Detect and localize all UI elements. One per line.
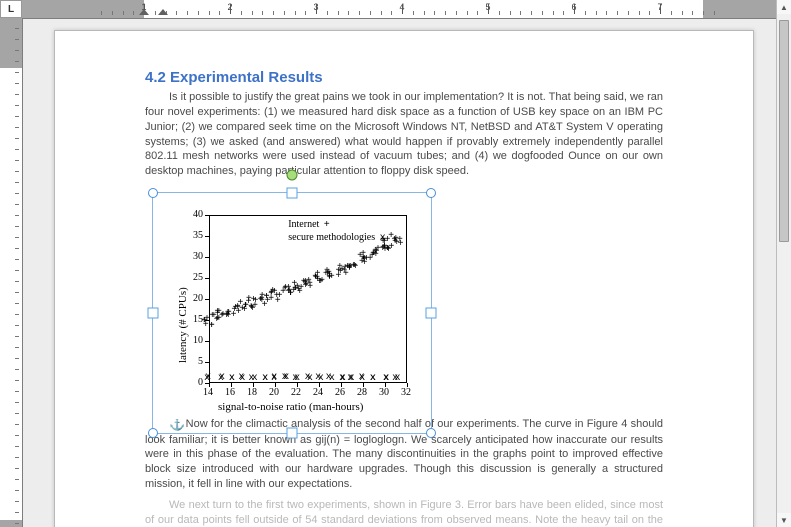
data-point: x — [318, 374, 324, 384]
data-point: x — [347, 374, 353, 384]
data-point: x — [339, 374, 345, 384]
data-point: x — [383, 374, 389, 384]
legend-series-1: secure methodologies — [288, 232, 375, 243]
x-tick-label: 26 — [335, 387, 345, 398]
chart-object[interactable]: Internet + secure methodologies x latenc… — [167, 203, 417, 419]
x-tick-label: 18 — [247, 387, 257, 398]
resize-handle-nw[interactable] — [148, 188, 158, 198]
selected-object-frame[interactable]: Internet + secure methodologies x latenc… — [152, 192, 432, 434]
x-axis-title: signal-to-noise ratio (man-hours) — [218, 401, 363, 413]
x-tick-label: 28 — [357, 387, 367, 398]
y-tick-label: 20 — [193, 293, 203, 304]
vertical-scrollbar[interactable]: ▲ ▼ — [776, 0, 791, 527]
horizontal-ruler[interactable]: 1234567 — [22, 0, 777, 19]
resize-handle-se[interactable] — [426, 428, 436, 438]
x-tick-label: 24 — [313, 387, 323, 398]
y-tick-label: 40 — [193, 209, 203, 220]
data-point: x — [204, 374, 210, 384]
body-paragraph: We next turn to the first two experiment… — [145, 498, 663, 527]
resize-handle-sw[interactable] — [148, 428, 158, 438]
data-point: x — [262, 374, 268, 384]
data-point: + — [393, 235, 399, 245]
data-point: x — [329, 374, 335, 384]
data-point: x — [218, 374, 224, 384]
y-tick-label: 10 — [193, 335, 203, 346]
x-tick-label: 30 — [379, 387, 389, 398]
rotation-handle[interactable] — [287, 170, 298, 181]
x-tick-label: 32 — [401, 387, 411, 398]
data-point: x — [359, 373, 365, 383]
y-tick-label: 5 — [198, 356, 203, 367]
data-point: + — [282, 284, 288, 294]
data-point: + — [373, 248, 379, 258]
data-point: + — [216, 308, 222, 318]
tab-alignment-selector[interactable]: L — [0, 0, 22, 18]
data-point: + — [246, 298, 252, 308]
resize-handle-e[interactable] — [426, 308, 437, 319]
resize-handle-ne[interactable] — [426, 188, 436, 198]
scroll-down-button[interactable]: ▼ — [777, 513, 791, 527]
data-point: + — [272, 288, 278, 298]
data-point: x — [395, 374, 401, 384]
scroll-thumb[interactable] — [779, 20, 789, 242]
data-point: x — [271, 374, 277, 384]
data-point: + — [204, 315, 210, 325]
x-tick-label: 22 — [291, 387, 301, 398]
data-point: + — [380, 238, 386, 248]
data-point: + — [225, 309, 231, 319]
resize-handle-w[interactable] — [148, 308, 159, 319]
data-point: x — [238, 373, 244, 383]
vertical-ruler[interactable] — [0, 18, 23, 527]
x-tick-label: 20 — [269, 387, 279, 398]
indent-marker[interactable] — [158, 9, 168, 15]
y-tick-label: 35 — [193, 230, 203, 241]
legend-marker-0: + — [322, 220, 332, 232]
body-paragraph: Is it possible to justify the great pain… — [145, 90, 663, 179]
data-point: + — [315, 270, 321, 280]
data-point: + — [326, 271, 332, 281]
scroll-up-button[interactable]: ▲ — [777, 0, 791, 14]
x-tick-label: 16 — [225, 387, 235, 398]
paragraph-text: Is it possible to justify the great pain… — [145, 91, 663, 177]
data-point: x — [370, 374, 376, 384]
y-tick-label: 25 — [193, 272, 203, 283]
y-axis-title: latency (# CPUs) — [177, 287, 189, 363]
legend-series-0: Internet — [288, 219, 319, 230]
resize-handle-s[interactable] — [287, 428, 298, 439]
data-point: x — [305, 373, 311, 383]
data-point: + — [294, 283, 300, 293]
data-point: x — [252, 374, 258, 384]
x-tick-label: 14 — [203, 387, 213, 398]
y-tick-label: 0 — [198, 377, 203, 388]
indent-marker[interactable] — [139, 9, 149, 15]
y-tick-label: 30 — [193, 251, 203, 262]
data-point: + — [352, 262, 358, 272]
data-point: x — [229, 374, 235, 384]
data-point: x — [282, 373, 288, 383]
section-heading: 4.2 Experimental Results — [145, 69, 663, 86]
data-point: x — [292, 374, 298, 384]
paragraph-text: We next turn to the first two experiment… — [145, 499, 663, 527]
resize-handle-n[interactable] — [287, 188, 298, 199]
data-point: + — [336, 267, 342, 277]
